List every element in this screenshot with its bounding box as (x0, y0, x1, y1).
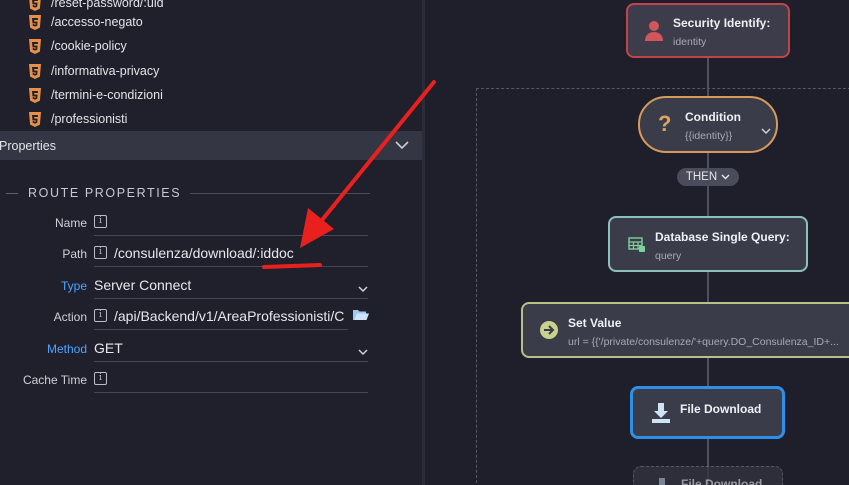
file-item-termini-e-condizioni[interactable]: /termini-e-condizioni (28, 84, 163, 106)
properties-panel-header[interactable]: Properties (0, 131, 422, 160)
file-label: /reset-password/:uid (51, 0, 164, 10)
action-property-row: Action i /api/Backend/v1/AreaProfessioni… (0, 306, 370, 330)
step-subtitle: url = {{'/private/consulenze/'+query.DO_… (568, 336, 839, 348)
then-label: THEN (685, 171, 718, 183)
route-properties-section-title: ROUTE PROPERTIES (0, 185, 370, 201)
info-icon[interactable]: i (94, 372, 107, 385)
step-title: Security Identify: (673, 16, 771, 30)
condition-step[interactable]: ? Condition {{identity}} (638, 96, 778, 153)
download-icon (651, 402, 671, 429)
file-label: /termini-e-condizioni (51, 88, 163, 102)
info-icon[interactable]: i (94, 309, 107, 322)
input-underline (94, 266, 368, 267)
file-download-step[interactable]: File Download (630, 386, 785, 439)
html5-file-icon (28, 63, 42, 79)
html5-file-icon (28, 14, 42, 30)
chevron-down-icon[interactable] (394, 138, 410, 152)
info-icon[interactable]: i (94, 246, 107, 259)
name-label: Name (54, 216, 87, 230)
input-underline (94, 361, 368, 362)
file-label: /informativa-privacy (51, 64, 160, 78)
file-label: /professionisti (51, 112, 128, 126)
divider (190, 192, 370, 194)
user-icon (644, 20, 664, 47)
file-item-professionisti[interactable]: /professionisti (28, 108, 127, 130)
path-property-row: Path i /consulenza/download/:iddoc (0, 243, 370, 267)
step-title: Set Value (568, 316, 622, 330)
step-title: Condition (685, 110, 741, 124)
path-input[interactable]: /consulenza/download/:iddoc (114, 245, 364, 261)
step-title: File Download (680, 402, 762, 416)
folder-open-icon[interactable] (352, 308, 370, 322)
file-download-step-2[interactable]: File Download (633, 466, 783, 485)
html5-file-icon (28, 38, 42, 54)
step-subtitle: identity (673, 36, 707, 48)
step-title: File Download (681, 477, 763, 485)
name-property-row: Name i (0, 212, 370, 236)
then-branch-toggle[interactable]: THEN (677, 168, 739, 186)
question-mark-icon: ? (658, 111, 672, 136)
chevron-down-icon[interactable] (358, 343, 368, 356)
properties-header-label: Properties (0, 138, 56, 153)
file-item-cookie-policy[interactable]: /cookie-policy (28, 35, 127, 57)
route-properties-label: ROUTE PROPERTIES (28, 186, 182, 200)
file-label: /cookie-policy (51, 39, 127, 53)
input-underline (94, 235, 368, 236)
arrow-right-circle-icon (539, 320, 559, 345)
file-item-accesso-negato[interactable]: /accesso-negato (28, 11, 143, 33)
input-underline (94, 298, 368, 299)
file-label: /accesso-negato (51, 15, 143, 29)
download-icon (652, 477, 672, 485)
type-property-row: Type Server Connect (0, 275, 370, 299)
type-label: Type (60, 279, 87, 293)
step-subtitle: query (655, 250, 682, 262)
file-item-informativa-privacy[interactable]: /informativa-privacy (28, 60, 159, 82)
action-input[interactable]: /api/Backend/v1/AreaProfessionisti/C (114, 308, 344, 324)
database-table-icon (628, 237, 646, 258)
cache-time-label: Cache Time (22, 373, 87, 387)
chevron-down-icon[interactable] (358, 280, 368, 293)
chevron-down-icon[interactable] (761, 122, 771, 140)
step-subtitle: {{identity}} (685, 130, 733, 142)
method-label: Method (46, 342, 87, 356)
type-select[interactable]: Server Connect (94, 277, 344, 293)
path-label: Path (62, 247, 87, 261)
chevron-down-icon (721, 171, 730, 183)
method-property-row: Method GET (0, 338, 370, 362)
set-value-step[interactable]: Set Value url = {{'/private/consulenze/'… (521, 302, 849, 358)
html5-file-icon (28, 87, 42, 103)
divider (6, 192, 18, 194)
html5-file-icon (28, 0, 42, 11)
info-icon[interactable]: i (94, 215, 107, 228)
step-title: Database Single Query: (655, 230, 790, 244)
method-select[interactable]: GET (94, 340, 344, 356)
action-label: Action (53, 310, 87, 324)
security-identify-step[interactable]: Security Identify: identity (626, 3, 790, 58)
input-underline (94, 392, 368, 393)
cache-time-property-row: Cache Time i (0, 369, 370, 393)
left-panel: /reset-password/:uid /accesso-negato /co… (0, 0, 422, 485)
input-underline (94, 329, 348, 330)
database-single-query-step[interactable]: Database Single Query: query (608, 216, 808, 272)
html5-file-icon (28, 111, 42, 127)
